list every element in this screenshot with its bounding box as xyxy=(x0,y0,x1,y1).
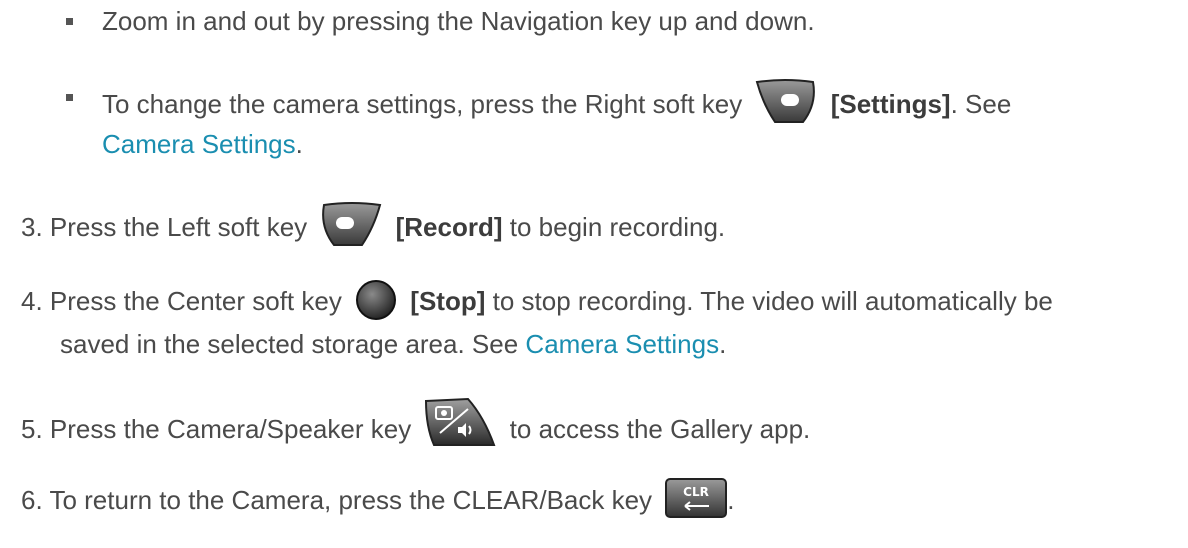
settings-label: [Settings] xyxy=(830,88,951,119)
camera-settings-link[interactable]: Camera Settings xyxy=(102,129,296,159)
step-text: Press the Center soft key xyxy=(49,285,342,316)
step-period: . xyxy=(719,329,727,359)
step-4-line2: saved in the selected storage area. See … xyxy=(60,328,726,360)
left-soft-key-icon xyxy=(320,201,382,249)
step-6: 6. To return to the Camera, press the CL… xyxy=(21,478,735,522)
step-text-end: to begin recording. xyxy=(509,211,726,242)
step-5: 5. Press the Camera/Speaker key to acces… xyxy=(21,397,811,457)
record-label: [Record] xyxy=(395,211,503,242)
step-number: 5. xyxy=(21,413,43,444)
stop-label: [Stop] xyxy=(410,285,486,316)
step-3: 3. Press the Left soft key [Record] to b… xyxy=(21,202,726,253)
clear-back-key-icon: CLR xyxy=(665,478,728,518)
center-key-icon xyxy=(355,279,397,321)
step-4: 4. Press the Center soft key [Stop] to s… xyxy=(21,279,1053,324)
settings-see: . See xyxy=(950,88,1012,119)
step-text-end: to access the Gallery app. xyxy=(509,413,811,444)
step-number: 6. xyxy=(21,484,43,515)
zoom-text: Zoom in and out by pressing the Navigati… xyxy=(102,6,815,36)
bullet-settings: To change the camera settings, press the… xyxy=(102,79,1012,130)
right-soft-key-icon xyxy=(755,78,817,126)
settings-text: To change the camera settings, press the… xyxy=(102,88,743,119)
step-text: Press the Left soft key xyxy=(49,211,308,242)
step-period: . xyxy=(727,484,735,515)
clear-key-text: CLR xyxy=(683,485,709,499)
bullet-zoom: Zoom in and out by pressing the Navigati… xyxy=(102,5,815,37)
camera-settings-link[interactable]: Camera Settings xyxy=(525,329,719,359)
step-text-end: to stop recording. The video will automa… xyxy=(492,285,1053,316)
camera-speaker-key-icon xyxy=(424,397,496,449)
bullet-marker xyxy=(66,94,73,101)
bullet-settings-line2: Camera Settings. xyxy=(102,128,303,160)
bullet-marker xyxy=(66,18,73,25)
step-number: 4. xyxy=(21,285,43,316)
step-number: 3. xyxy=(21,211,43,242)
step-text: To return to the Camera, press the CLEAR… xyxy=(49,484,653,515)
settings-period: . xyxy=(295,129,303,159)
step-text: saved in the selected storage area. See xyxy=(60,329,519,359)
step-text: Press the Camera/Speaker key xyxy=(49,413,412,444)
